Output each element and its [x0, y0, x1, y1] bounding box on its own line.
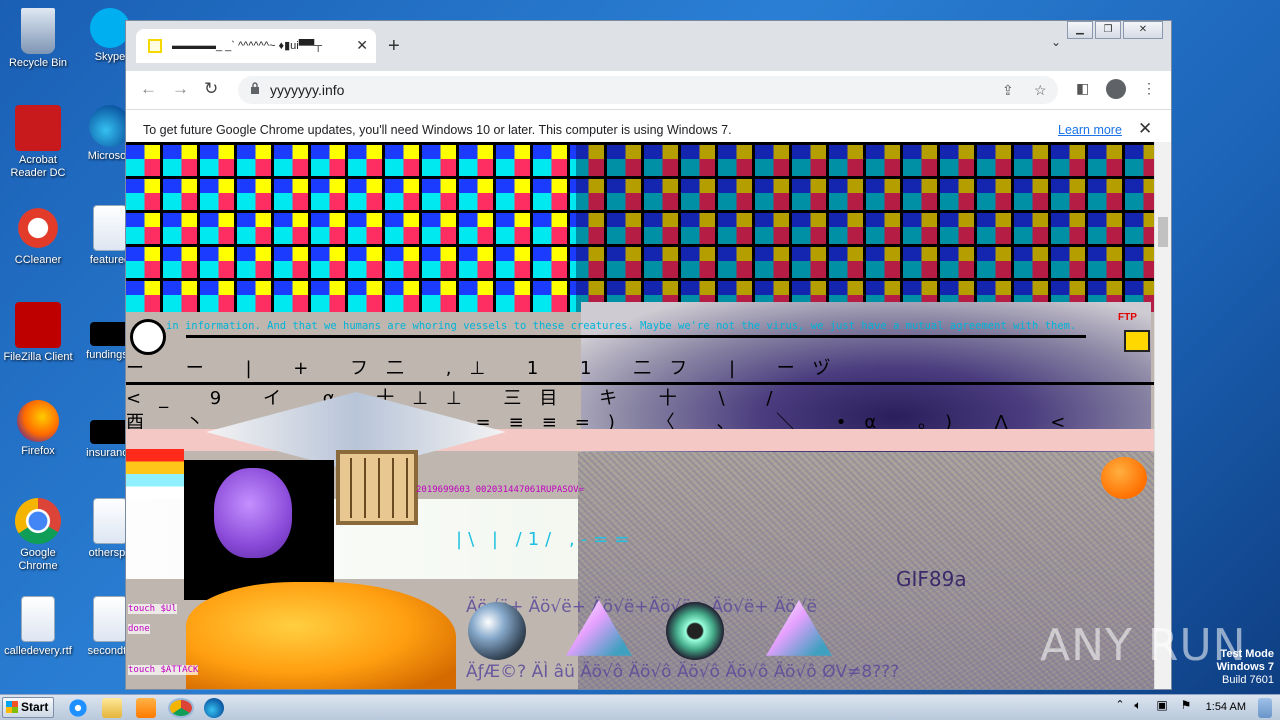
close-window-icon[interactable]: ✕ [1123, 21, 1163, 39]
acrobat-icon [15, 105, 61, 151]
firefox-icon [17, 400, 59, 442]
scrolling-ticker-text: in information. And that we humans are w… [166, 320, 1077, 332]
tab-close-icon[interactable]: ✕ [356, 37, 368, 54]
purple-face-image [184, 460, 334, 600]
ring-sphere-image [666, 602, 724, 660]
desktop-icon-acrobat[interactable]: Acrobat Reader DC [0, 105, 76, 180]
window-controls: ▁ ❐ ✕ [1065, 21, 1163, 39]
desktop-icon-recycle-bin[interactable]: Recycle Bin [0, 8, 76, 70]
glyph-row: ー ー | + フ二 ,⊥ 1 1 二フ | ーヅ [126, 358, 849, 379]
start-button[interactable]: Start [2, 697, 54, 718]
build-label: Build 7601 [1222, 674, 1274, 686]
network-icon[interactable]: ▣ [1152, 698, 1172, 718]
code-string: 2019699603 002031447061RUPASOV= [416, 485, 584, 495]
browser-tab[interactable]: ▬▬▬▬_ _` ^^^^^^~ ♦▮ui▀▀┬ ✕ [136, 29, 376, 63]
ccleaner-icon [15, 205, 61, 251]
orange-hand-image [186, 582, 456, 689]
lock-icon [251, 82, 259, 94]
page-scrollbar[interactable] [1154, 142, 1171, 689]
word-doc-icon [93, 498, 127, 544]
anyrun-watermark: ANY RUN [1040, 620, 1247, 671]
gif-header-text: GIF89a [896, 567, 967, 591]
terminal-line: touch $ATTACK [128, 665, 199, 675]
edge-taskbar-icon[interactable] [204, 698, 224, 718]
mojibake-text: ÄƒÆ©? ÄÌ âü Äö√ô Äö√ô Äö√ô Äö√ô Äö√ô ØV≠… [466, 662, 900, 682]
word-doc-icon [93, 205, 127, 251]
back-arrow-icon[interactable]: ← [140, 79, 157, 99]
new-tab-icon[interactable]: + [388, 35, 400, 58]
desktop-icon-filezilla[interactable]: FileZilla Client [0, 302, 76, 364]
forward-arrow-icon[interactable]: → [172, 79, 189, 99]
circle-symbol-icon [130, 319, 166, 355]
desktop-icon-firefox[interactable]: Firefox [0, 400, 76, 458]
learn-more-link[interactable]: Learn more [1058, 123, 1122, 137]
clock[interactable]: 1:54 AM [1206, 701, 1246, 713]
glyph-row: <_ 9 イ α 十⊥⊥ 三目 キ 十 \ / [126, 388, 791, 409]
ftp-label: FTP [1118, 312, 1137, 323]
test-mode-label: Test Mode [1220, 648, 1274, 660]
abacus-image [336, 450, 418, 525]
test-mode-watermark: Test Mode Windows 7 Build 7601 [1217, 648, 1274, 687]
filezilla-icon [15, 302, 61, 348]
chrome-window: ▬▬▬▬_ _` ^^^^^^~ ♦▮ui▀▀┬ ✕ + ⌄ ▁ ❐ ✕ ← →… [125, 20, 1172, 690]
desktop-icon-calledevery[interactable]: calledevery.rtf [0, 596, 76, 658]
file-explorer-icon[interactable] [102, 698, 122, 718]
show-desktop-icon[interactable] [1258, 698, 1272, 718]
taskbar: Start ⌃ 🔈︎ ▣ ⚑ 1:54 AM [0, 694, 1280, 720]
page-favicon-icon [148, 39, 162, 53]
tab-title: ▬▬▬▬_ _` ^^^^^^~ ♦▮ui▀▀┬ [172, 40, 323, 52]
oranges-image [1101, 457, 1147, 499]
word-doc-icon [21, 596, 55, 642]
recycle-bin-icon [21, 8, 55, 54]
side-panel-icon[interactable]: ◧ [1076, 80, 1089, 97]
address-bar[interactable]: yyyyyyy.info ⇪ ☆ [238, 76, 1058, 104]
face-head [214, 468, 292, 558]
desktop-icon-ccleaner[interactable]: CCleaner [0, 205, 76, 267]
tab-strip: ▬▬▬▬_ _` ^^^^^^~ ♦▮ui▀▀┬ ✕ + ⌄ ▁ ❐ ✕ [126, 21, 1171, 71]
chrome-taskbar-icon[interactable] [168, 698, 194, 718]
restore-icon[interactable]: ❐ [1095, 21, 1121, 39]
chrome-sphere-image [468, 602, 526, 660]
menu-kebab-icon[interactable]: ⋮ [1142, 80, 1156, 97]
reload-icon[interactable]: ↻ [204, 79, 218, 99]
horizontal-rule [186, 335, 1086, 338]
share-icon[interactable]: ⇪ [1002, 82, 1014, 99]
tab-search-chevron-icon[interactable]: ⌄ [1051, 35, 1061, 49]
black-file-icon [90, 420, 130, 444]
ascii-art-line: |\ | /1/ ,-== [456, 529, 636, 550]
page-content[interactable]: in information. And that we humans are w… [126, 142, 1154, 689]
internet-explorer-icon[interactable] [68, 698, 88, 718]
minimize-icon[interactable]: ▁ [1067, 21, 1093, 39]
ftp-folder-icon [1124, 330, 1150, 352]
word-doc-icon [93, 596, 127, 642]
desktop-icon-google-chrome[interactable]: Google Chrome [0, 498, 76, 573]
infobar-close-icon[interactable]: ✕ [1138, 119, 1152, 139]
tray-expand-icon[interactable]: ⌃ [1110, 698, 1130, 718]
flag-icon[interactable]: ⚑ [1176, 698, 1196, 718]
chrome-icon [15, 498, 61, 544]
profile-avatar-icon[interactable] [1106, 79, 1126, 99]
color-stripes [126, 449, 184, 499]
url-text: yyyyyyy.info [270, 82, 345, 98]
terminal-line: touch $Ul [128, 604, 177, 614]
infobar-message: To get future Google Chrome updates, you… [143, 123, 732, 137]
scrollbar-thumb[interactable] [1158, 217, 1168, 247]
black-file-icon [90, 322, 130, 346]
volume-icon[interactable]: 🔈︎ [1128, 698, 1148, 718]
grid-dark-overlay [576, 142, 1154, 312]
media-player-icon[interactable] [136, 698, 156, 718]
bookmark-star-icon[interactable]: ☆ [1034, 82, 1047, 99]
skype-icon [90, 8, 130, 48]
terminal-line: done [128, 624, 150, 634]
browser-toolbar: ← → ↻ yyyyyyy.info ⇪ ☆ ◧ ⋮ [126, 71, 1171, 109]
os-label: Windows 7 [1216, 661, 1274, 673]
